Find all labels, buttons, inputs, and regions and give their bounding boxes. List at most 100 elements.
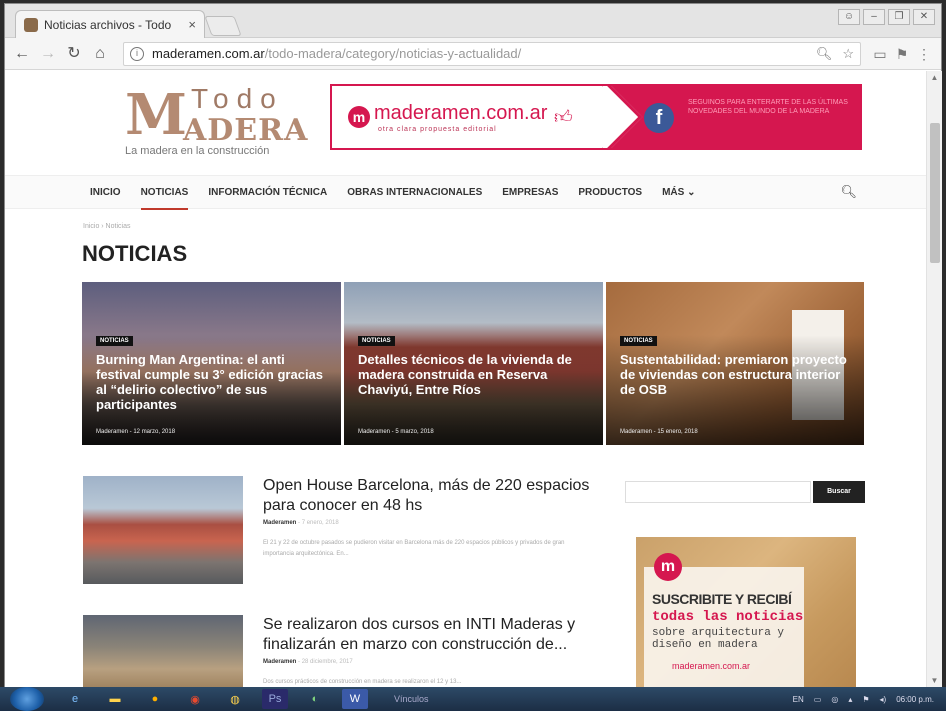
menu-icon[interactable]: ⋮ [913, 43, 935, 65]
volume-icon[interactable]: ◂) [880, 695, 887, 704]
nav-item-obras-internacionales[interactable]: OBRAS INTERNACIONALES [347, 176, 482, 210]
url-host: maderamen.com.ar [152, 46, 265, 61]
article-date: - 7 enero, 2018 [298, 520, 339, 526]
flag-icon[interactable]: ⚑ [891, 43, 913, 65]
app2-icon[interactable]: ◐ [302, 689, 328, 709]
scroll-down-icon[interactable]: ▼ [927, 674, 942, 688]
banner-brand-sub: otra clara propuesta editorial [378, 126, 497, 133]
ie-icon[interactable]: e [62, 689, 88, 709]
forward-icon[interactable]: → [37, 43, 59, 65]
network-icon[interactable]: ◎ [831, 695, 838, 704]
hero-card[interactable]: NOTICIAS Burning Man Argentina: el anti … [82, 282, 341, 445]
address-bar[interactable]: i maderamen.com.ar /todo-madera/category… [123, 41, 861, 66]
scroll-up-icon[interactable]: ▲ [927, 71, 942, 85]
ad-headline: SUSCRIBITE Y RECIBÍ [652, 591, 792, 607]
search-button[interactable]: Buscar [813, 481, 865, 503]
new-tab-button[interactable] [204, 16, 242, 36]
bookmark-star-icon[interactable]: ☆ [842, 46, 854, 62]
tab-title: Noticias archivos - Todo [44, 17, 172, 32]
cast-icon[interactable]: ▭ [869, 43, 891, 65]
article-title[interactable]: Open House Barcelona, más de 220 espacio… [263, 476, 593, 516]
zoom-icon[interactable]: 🔍︎ [816, 46, 833, 62]
nav-item-productos[interactable]: PRODUCTOS [578, 176, 642, 210]
media-player-icon[interactable]: ● [142, 689, 168, 709]
browser-tab[interactable]: Noticias archivos - Todo × [15, 10, 205, 38]
tab-bar: Noticias archivos - Todo × ☺ – ❐ ✕ [5, 4, 941, 38]
subscribe-ad[interactable]: m SUSCRIBITE Y RECIBÍ todas las noticias… [636, 537, 856, 688]
nav-item-noticias[interactable]: NOTICIAS [140, 176, 188, 210]
home-icon[interactable]: ⌂ [89, 43, 111, 65]
hero-card[interactable]: NOTICIAS Sustentabilidad: premiaron proy… [606, 282, 864, 445]
page-title: NOTICIAS [82, 241, 188, 266]
nav-item-inicio[interactable]: INICIO [90, 176, 121, 210]
hero-title[interactable]: Burning Man Argentina: el anti festival … [96, 352, 332, 412]
hero-title[interactable]: Detalles técnicos de la vivienda de made… [358, 352, 594, 397]
ad-url: maderamen.com.ar [672, 661, 751, 671]
article-meta: Maderamen - 28 diciembre, 2017 [263, 659, 353, 665]
chrome-icon[interactable]: ◉ [182, 689, 208, 709]
article-thumbnail[interactable] [83, 615, 243, 688]
back-icon[interactable]: ← [11, 43, 33, 65]
logo-adera: ADERA [183, 113, 309, 148]
nav-item-empresas[interactable]: EMPRESAS [502, 176, 558, 210]
scroll-thumb[interactable] [930, 123, 940, 263]
category-badge[interactable]: NOTICIAS [96, 336, 133, 346]
article-meta: Maderamen - 7 enero, 2018 [263, 520, 339, 526]
category-badge[interactable]: NOTICIAS [358, 336, 395, 346]
article-item: Open House Barcelona, más de 220 espacio… [83, 476, 593, 586]
logo-tagline: La madera en la construcción [125, 145, 270, 157]
close-window-button[interactable]: ✕ [913, 9, 935, 25]
system-tray: EN ▭ ◎ ▴ ⚑ ◂) 06:00 p.m. [793, 695, 946, 704]
photoshop-icon[interactable]: Ps [262, 689, 288, 709]
hero-meta: Maderamen - 12 marzo, 2018 [96, 429, 176, 435]
hero-meta: Maderamen - 5 marzo, 2018 [358, 429, 434, 435]
main-nav: INICIO NOTICIAS INFORMACIÓN TÉCNICA OBRA… [5, 175, 927, 210]
language-indicator[interactable]: EN [793, 695, 804, 704]
ad-subhead: todas las noticias [652, 609, 804, 625]
ad-body: sobre arquitectura y diseño en madera [652, 627, 785, 651]
maderamen-circle-icon: m [654, 553, 682, 581]
folder-icon[interactable]: ▬ [102, 689, 128, 709]
word-icon[interactable]: W [342, 689, 368, 709]
profile-icon[interactable]: ☺ [838, 9, 860, 25]
tab-close-icon[interactable]: × [188, 17, 196, 32]
page-scrollbar[interactable]: ▲ ▼ [926, 71, 942, 688]
hero-card[interactable]: NOTICIAS Detalles técnicos de la viviend… [344, 282, 603, 445]
site-logo[interactable]: M Todo ADERA La madera en la construcció… [121, 81, 307, 159]
os-taskbar: e ▬ ● ◉ ◍ Ps ◐ W Vínculos EN ▭ ◎ ▴ ⚑ ◂) … [0, 687, 946, 711]
article-thumbnail[interactable] [83, 476, 243, 584]
sidebar-search-input[interactable] [625, 481, 811, 503]
start-button[interactable] [10, 687, 44, 711]
nav-item-mas[interactable]: MÁS ⌄ [662, 176, 695, 210]
maderamen-logo-icon: m [348, 106, 370, 128]
banner-brand: maderamen.com.ar [374, 102, 548, 124]
facebook-icon: f [644, 103, 674, 133]
favicon-icon [24, 17, 38, 32]
maximize-button[interactable]: ❐ [888, 9, 910, 25]
article-date: - 28 diciembre, 2017 [298, 659, 353, 665]
article-title[interactable]: Se realizaron dos cursos en INTI Maderas… [263, 615, 593, 655]
category-badge[interactable]: NOTICIAS [620, 336, 657, 346]
minimize-button[interactable]: – [863, 9, 885, 25]
thumbs-up-icon: 👍︎ [554, 107, 573, 127]
taskbar-label[interactable]: Vínculos [394, 694, 429, 704]
article-author[interactable]: Maderamen [263, 520, 296, 526]
header-banner-ad[interactable]: m maderamen.com.ar otra clara propuesta … [330, 84, 862, 150]
info-icon[interactable]: i [130, 46, 144, 61]
logo-m: M [125, 82, 187, 148]
tray-arrow-icon[interactable]: ▴ [848, 695, 852, 704]
url-path: /todo-madera/category/noticias-y-actuali… [264, 46, 522, 61]
app-icon[interactable]: ◍ [222, 689, 248, 709]
hero-title[interactable]: Sustentabilidad: premiaron proyecto de v… [620, 352, 856, 397]
nav-item-informacion-tecnica[interactable]: INFORMACIÓN TÉCNICA [208, 176, 327, 210]
banner-text: Seguinos para enterarte de las últimas n… [688, 99, 848, 115]
clock[interactable]: 06:00 p.m. [896, 695, 934, 704]
article-excerpt: El 21 y 22 de octubre pasados se pudiero… [263, 540, 565, 557]
search-icon[interactable]: 🔍︎ [840, 184, 857, 200]
article-author[interactable]: Maderamen [263, 659, 296, 665]
breadcrumb[interactable]: Inicio › Noticias [83, 223, 130, 230]
keyboard-icon[interactable]: ▭ [814, 695, 822, 704]
browser-toolbar: ← → ↻ ⌂ i maderamen.com.ar /todo-madera/… [5, 38, 941, 70]
security-icon[interactable]: ⚑ [862, 695, 869, 704]
reload-icon[interactable]: ↻ [63, 43, 85, 65]
